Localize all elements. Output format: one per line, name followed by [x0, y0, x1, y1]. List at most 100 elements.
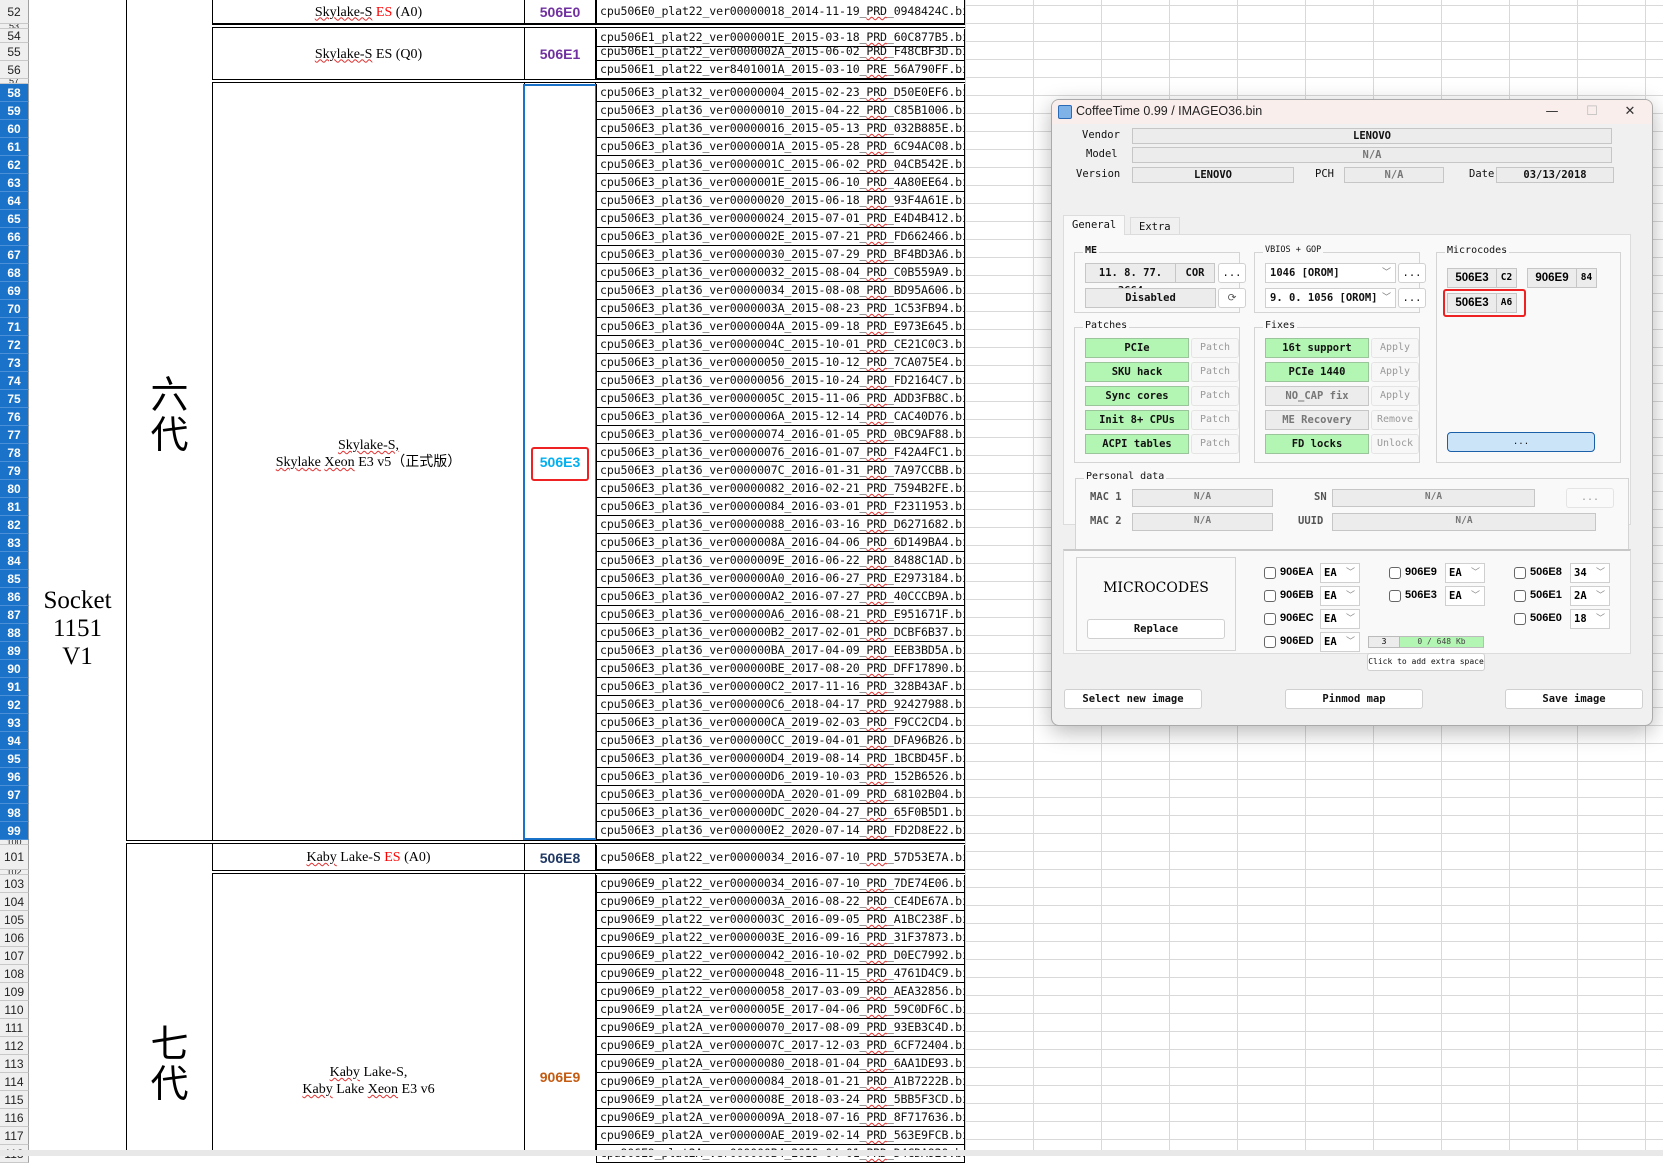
cpuid-cell[interactable]: 506E8	[525, 845, 595, 870]
microcode-filename-cell[interactable]: cpu506E3_plat36_ver0000009E_2016-06-22_P…	[596, 552, 965, 570]
microcode-filename-cell[interactable]: cpu906E9_plat22_ver00000042_2016-10-02_P…	[596, 947, 965, 965]
processor-name-cell[interactable]: Skylake-S ES (Q0)	[213, 29, 524, 79]
microcode-filename-cell[interactable]: cpu506E3_plat36_ver0000005C_2015-11-06_P…	[596, 390, 965, 408]
row-header[interactable]: 83	[0, 534, 29, 552]
microcode-version-select[interactable]: 18 ﹀	[1570, 609, 1610, 629]
microcode-filename-cell[interactable]: cpu906E9_plat2A_ver0000005E_2017-04-06_P…	[596, 1001, 965, 1019]
row-header[interactable]: 74	[0, 372, 29, 390]
microcode-entry[interactable]: 906E9 84	[1527, 268, 1597, 288]
fix-option[interactable]: PCIe 1440	[1265, 362, 1369, 382]
row-header[interactable]: 61	[0, 138, 29, 156]
microcode-filename-cell[interactable]: cpu506E3_plat36_ver00000010_2015-04-22_P…	[596, 102, 965, 120]
row-header[interactable]: 91	[0, 678, 29, 696]
microcode-filename-cell[interactable]: cpu906E9_plat2A_ver00000084_2018-01-21_P…	[596, 1073, 965, 1091]
microcode-checkbox[interactable]	[1264, 567, 1276, 579]
microcode-checkbox[interactable]	[1389, 590, 1401, 602]
microcode-filename-cell[interactable]: cpu506E3_plat36_ver00000088_2016-03-16_P…	[596, 516, 965, 534]
row-header[interactable]: 73	[0, 354, 29, 372]
microcode-filename-cell[interactable]: cpu506E3_plat36_ver00000016_2015-05-13_P…	[596, 120, 965, 138]
maximize-button[interactable]: ☐	[1572, 102, 1612, 122]
microcode-filename-cell[interactable]: cpu906E9_plat22_ver0000003E_2016-09-16_P…	[596, 929, 965, 947]
cpuid-cell[interactable]: 506E1	[525, 29, 595, 79]
row-header[interactable]: 106	[0, 929, 29, 947]
microcode-filename-cell[interactable]: cpu506E3_plat36_ver00000076_2016-01-07_P…	[596, 444, 965, 462]
row-header[interactable]: 116	[0, 1109, 29, 1127]
microcode-filename-cell[interactable]: cpu506E3_plat36_ver0000004A_2015-09-18_P…	[596, 318, 965, 336]
row-header[interactable]: 79	[0, 462, 29, 480]
row-header[interactable]: 105	[0, 911, 29, 929]
microcode-version-select[interactable]: EA ﹀	[1320, 586, 1360, 606]
row-header[interactable]: 63	[0, 174, 29, 192]
fix-option[interactable]: 16t support	[1265, 338, 1369, 358]
row-header[interactable]: 107	[0, 947, 29, 965]
microcode-version-select[interactable]: 34 ﹀	[1570, 563, 1610, 583]
microcode-filename-cell[interactable]: cpu506E3_plat36_ver000000DC_2020-04-27_P…	[596, 804, 965, 822]
microcode-filename-cell[interactable]: cpu506E3_plat36_ver000000B2_2017-02-01_P…	[596, 624, 965, 642]
microcode-filename-cell[interactable]: cpu906E9_plat2A_ver0000009A_2018-07-16_P…	[596, 1109, 965, 1127]
row-header[interactable]: 52	[0, 0, 29, 24]
fix-option[interactable]: FD locks	[1265, 434, 1369, 454]
row-header[interactable]: 77	[0, 426, 29, 444]
microcode-filename-cell[interactable]: cpu506E3_plat32_ver00000004_2015-02-23_P…	[596, 84, 965, 102]
tab-general[interactable]: General	[1063, 215, 1126, 235]
fix-button[interactable]: Unlock	[1371, 434, 1419, 454]
fix-button[interactable]: Apply	[1371, 338, 1419, 358]
microcode-filename-cell[interactable]: cpu506E3_plat36_ver000000C2_2017-11-16_P…	[596, 678, 965, 696]
patch-button[interactable]: Patch	[1191, 434, 1239, 454]
fix-option[interactable]: ME Recovery	[1265, 410, 1369, 430]
row-header[interactable]: 76	[0, 408, 29, 426]
microcode-filename-cell[interactable]: cpu506E3_plat36_ver000000DA_2020-01-09_P…	[596, 786, 965, 804]
cpuid-cell[interactable]: 906E9	[525, 875, 595, 1156]
row-header[interactable]: 81	[0, 498, 29, 516]
patch-button[interactable]: Patch	[1191, 338, 1239, 358]
microcode-filename-cell[interactable]: cpu906E9_plat22_ver0000003A_2016-08-22_P…	[596, 893, 965, 911]
row-header[interactable]: 86	[0, 588, 29, 606]
row-header[interactable]: 54	[0, 29, 29, 43]
microcode-filename-cell[interactable]: cpu506E3_plat36_ver0000003A_2015-08-23_P…	[596, 300, 965, 318]
row-header[interactable]: 72	[0, 336, 29, 354]
microcode-version-select[interactable]: EA ﹀	[1320, 563, 1360, 583]
row-header[interactable]: 65	[0, 210, 29, 228]
microcode-checkbox[interactable]	[1389, 567, 1401, 579]
microcode-filename-cell[interactable]: cpu506E3_plat36_ver0000001C_2015-06-02_P…	[596, 156, 965, 174]
tab-extra[interactable]: Extra	[1130, 217, 1180, 235]
processor-name-cell[interactable]: Kaby Lake-S, Kaby Lake Xeon E3 v6	[213, 875, 524, 1156]
row-header[interactable]: 69	[0, 282, 29, 300]
microcode-checkbox[interactable]	[1514, 590, 1526, 602]
row-header[interactable]: 101	[0, 845, 29, 870]
microcode-filename-cell[interactable]: cpu506E1_plat22_ver0000002A_2015-06-02_P…	[596, 43, 965, 61]
microcode-filename-cell[interactable]: cpu506E3_plat36_ver000000BE_2017-08-20_P…	[596, 660, 965, 678]
microcode-filename-cell[interactable]: cpu506E3_plat36_ver00000050_2015-10-12_P…	[596, 354, 965, 372]
microcode-checkbox[interactable]	[1264, 590, 1276, 602]
row-header[interactable]: 88	[0, 624, 29, 642]
replace-button[interactable]: Replace	[1087, 619, 1225, 639]
row-header[interactable]: 62	[0, 156, 29, 174]
row-header[interactable]: 99	[0, 822, 29, 840]
fix-button[interactable]: Remove	[1371, 410, 1419, 430]
pinmod-map-button[interactable]: Pinmod map	[1285, 689, 1423, 709]
row-header[interactable]: 66	[0, 228, 29, 246]
microcode-version-select[interactable]: EA ﹀	[1445, 563, 1485, 583]
minimize-button[interactable]: —	[1532, 102, 1572, 122]
fix-option[interactable]: NO_CAP fix	[1265, 386, 1369, 406]
microcode-filename-cell[interactable]: cpu906E9_plat2A_ver00000080_2018-01-04_P…	[596, 1055, 965, 1073]
patch-option[interactable]: SKU hack	[1085, 362, 1189, 382]
personal-more-button[interactable]: ...	[1566, 488, 1614, 508]
patch-option[interactable]: PCIe	[1085, 338, 1189, 358]
row-header[interactable]: 71	[0, 318, 29, 336]
microcode-filename-cell[interactable]: cpu906E9_plat22_ver00000034_2016-07-10_P…	[596, 875, 965, 893]
microcode-version-select[interactable]: 2A ﹀	[1570, 586, 1610, 606]
row-header[interactable]: 104	[0, 893, 29, 911]
microcode-filename-cell[interactable]: cpu506E1_plat22_ver8401001A_2015-03-10_P…	[596, 61, 965, 79]
row-header[interactable]: 96	[0, 768, 29, 786]
row-header[interactable]: 78	[0, 444, 29, 462]
row-header[interactable]: 112	[0, 1037, 29, 1055]
patch-button[interactable]: Patch	[1191, 410, 1239, 430]
row-header[interactable]: 94	[0, 732, 29, 750]
row-header[interactable]: 114	[0, 1073, 29, 1091]
row-header[interactable]: 84	[0, 552, 29, 570]
microcode-filename-cell[interactable]: cpu906E9_plat22_ver0000003C_2016-09-05_P…	[596, 911, 965, 929]
patch-option[interactable]: Init 8+ CPUs	[1085, 410, 1189, 430]
select-new-image-button[interactable]: Select new image	[1064, 689, 1202, 709]
processor-name-cell[interactable]: Skylake-S ES (A0)	[213, 0, 524, 24]
